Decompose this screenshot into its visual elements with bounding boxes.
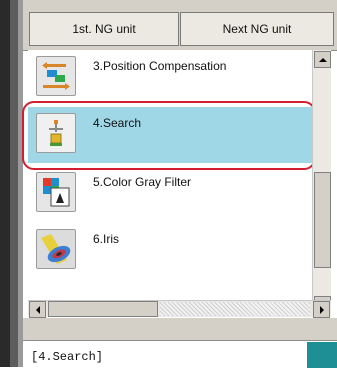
- next-ng-unit-button[interactable]: Next NG unit: [180, 12, 334, 46]
- window-left-border-inner: [10, 0, 18, 367]
- horizontal-scroll-thumb[interactable]: [48, 301, 158, 317]
- first-ng-unit-button[interactable]: 1st. NG unit: [29, 12, 179, 46]
- search-unit-icon: [36, 113, 76, 153]
- right-arrow-icon: [319, 305, 324, 314]
- unit-item-label: 5.Color Gray Filter: [93, 175, 192, 189]
- window-left-border-edge: [18, 0, 23, 367]
- scroll-right-button[interactable]: [313, 301, 330, 318]
- unit-item-label: 6.Iris: [93, 232, 120, 246]
- status-bar: [4.Search]: [23, 340, 337, 368]
- scroll-up-button[interactable]: [314, 51, 331, 68]
- position-compensation-icon: [36, 56, 76, 96]
- scroll-left-button[interactable]: [29, 301, 46, 318]
- status-text: [4.Search]: [31, 350, 104, 364]
- vertical-scrollbar[interactable]: [312, 50, 331, 315]
- unit-item-color-gray-filter[interactable]: 5.Color Gray Filter: [28, 166, 312, 222]
- color-gray-filter-icon: [36, 172, 76, 212]
- unit-item-iris[interactable]: 6.Iris: [28, 223, 312, 279]
- horizontal-scrollbar[interactable]: [28, 300, 331, 318]
- window-left-border: [0, 0, 10, 367]
- unit-item-label: 4.Search: [93, 116, 142, 130]
- left-arrow-icon: [35, 305, 40, 314]
- iris-icon: [36, 229, 76, 269]
- vertical-scroll-thumb[interactable]: [314, 172, 331, 268]
- horizontal-scroll-track[interactable]: [160, 302, 310, 316]
- panel-separator: [23, 318, 337, 340]
- unit-item-search[interactable]: 4.Search: [28, 107, 312, 163]
- ng-unit-toolbar: 1st. NG unit Next NG unit: [23, 0, 337, 51]
- status-accent-block: [307, 342, 337, 368]
- unit-item-position-compensation[interactable]: 3.Position Compensation: [28, 50, 312, 106]
- unit-item-label: 3.Position Compensation: [93, 59, 227, 73]
- up-arrow-icon: [318, 57, 327, 62]
- unit-list: 3.Position Compensation 4.Search 5.Color…: [28, 50, 312, 282]
